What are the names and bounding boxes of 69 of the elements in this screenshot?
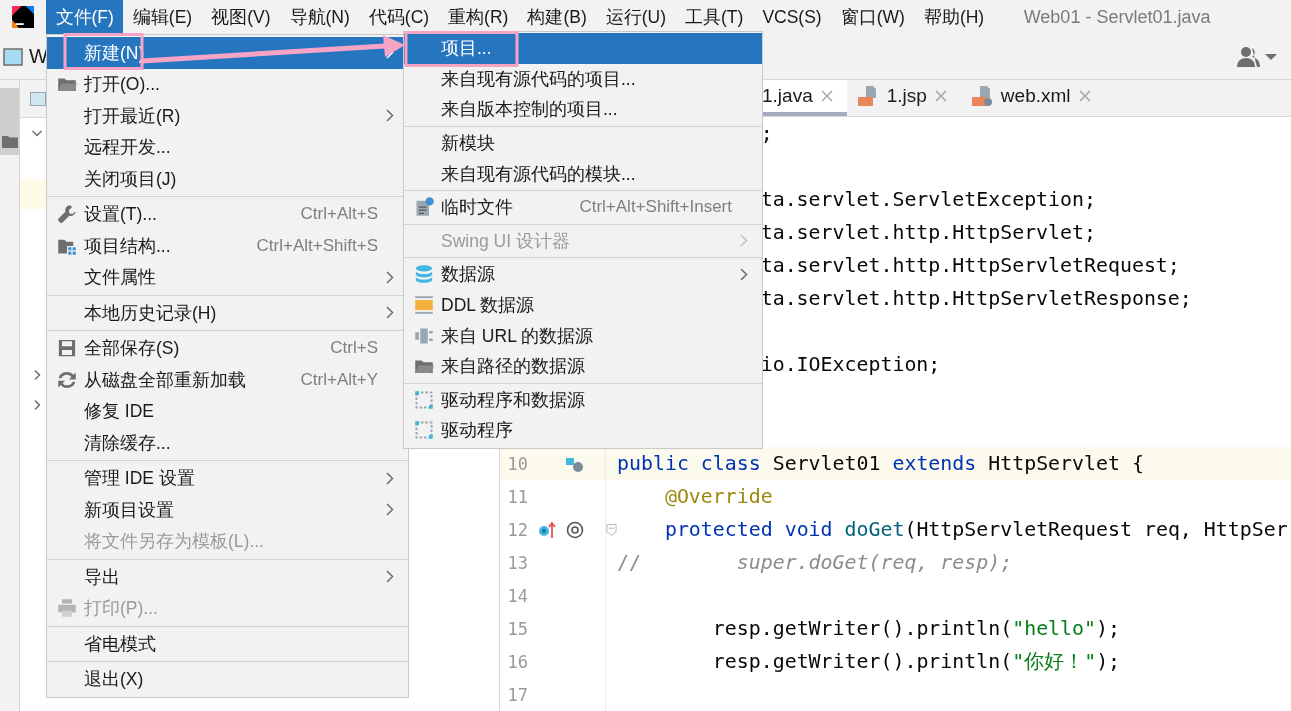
code-line: io.IOException; — [760, 353, 941, 376]
code-line: ta.servlet.http.HttpServlet; — [760, 221, 1096, 244]
close-icon[interactable] — [934, 90, 947, 102]
menu-bar-item[interactable]: 导航(N) — [280, 0, 360, 34]
menu-item[interactable]: 省电模式 — [47, 628, 408, 660]
close-icon[interactable] — [820, 90, 833, 102]
window-title: Web01 - Servlet01.java — [1023, 6, 1211, 28]
fold-marker-icon[interactable] — [606, 522, 617, 537]
override-icon[interactable] — [538, 520, 556, 539]
code-line: ta.servlet.ServletException; — [760, 188, 1096, 211]
menu-item[interactable]: 临时文件 Ctrl+Alt+Shift+Insert — [404, 191, 762, 223]
dashed-square-icon — [413, 420, 434, 441]
code-line: public class Servlet01 extends HttpServlet { — [617, 452, 1144, 475]
line-number: 10 — [507, 453, 528, 474]
menu-bar-item[interactable]: VCS(S) — [752, 0, 832, 34]
dashed-square-icon — [413, 389, 434, 410]
menu-item[interactable]: 管理 IDE 设置 — [47, 462, 408, 494]
code-line: // super.doGet(req, resp); — [617, 551, 1013, 574]
code-line: resp.getWriter().println("你好！"); — [711, 649, 1121, 675]
menu-item[interactable]: 项目... — [404, 33, 762, 64]
editor-tab[interactable]: 1.jsp — [846, 80, 961, 116]
code-line: @Override — [663, 485, 773, 508]
menu-bar-item[interactable]: 运行(U) — [596, 0, 676, 34]
menu-item[interactable]: 来自路径的数据源 — [404, 350, 762, 382]
close-icon[interactable] — [1078, 90, 1091, 102]
line-number: 11 — [507, 486, 528, 507]
menu-item[interactable]: 新项目设置 — [47, 494, 408, 526]
menu-bar-item[interactable]: 重构(R) — [438, 0, 518, 34]
window-icon — [3, 47, 23, 66]
menu-bar-item[interactable]: 帮助(H) — [914, 0, 994, 34]
menu-item[interactable]: 数据源 — [404, 259, 762, 290]
code-line: protected void doGet(HttpServletRequest req, HttpSer — [663, 518, 1288, 541]
jsp-file-icon — [856, 85, 879, 107]
printer-icon — [56, 598, 77, 619]
line-number: 13 — [507, 552, 528, 573]
menu-bar-item[interactable]: 文件(F) — [46, 0, 124, 34]
reload-icon — [56, 369, 77, 390]
code-line: ta.servlet.http.HttpServletResponse; — [760, 287, 1192, 310]
code-line: resp.getWriter().println("hello"); — [711, 617, 1120, 640]
menu-item[interactable]: 驱动程序和数据源 — [404, 384, 762, 416]
line-number: 12 — [507, 519, 528, 540]
line-number: 15 — [507, 618, 528, 639]
line-number: 14 — [507, 585, 528, 606]
panel-icon — [30, 90, 46, 107]
menu-item[interactable]: 导出 — [47, 561, 408, 593]
menu-item[interactable]: 来自现有源代码的模块... — [404, 158, 762, 189]
menu-bar-item[interactable]: 编辑(E) — [123, 0, 202, 34]
menu-bar-item[interactable]: 窗口(W) — [831, 0, 915, 34]
code-line: ; — [760, 122, 773, 145]
tool-window-button[interactable] — [0, 88, 19, 155]
caret-icon — [1265, 52, 1277, 61]
code-line: ta.servlet.http.HttpServletRequest; — [760, 254, 1180, 277]
menu-bar-item[interactable]: 构建(B) — [517, 0, 597, 34]
line-number: 16 — [507, 651, 528, 672]
wrench-icon — [56, 204, 77, 225]
database-icon — [413, 264, 434, 285]
menu-item[interactable]: 退出(X) — [47, 663, 408, 695]
menu-bar-item[interactable]: 视图(V) — [201, 0, 280, 34]
menu-item[interactable]: 驱动程序 — [404, 415, 762, 446]
folder-icon — [1, 135, 18, 149]
line-number: 17 — [507, 684, 528, 705]
menu-bar-item[interactable]: 工具(T) — [675, 0, 753, 34]
tag-icon — [413, 295, 434, 316]
app-logo-icon — [12, 6, 34, 28]
person-icon — [1237, 45, 1261, 68]
menu-item[interactable]: 新模块 — [404, 127, 762, 159]
menu-bar-item[interactable]: 代码(C) — [359, 0, 439, 34]
editor-tab[interactable]: web.xml — [960, 80, 1105, 116]
xml-file-icon — [970, 85, 993, 107]
